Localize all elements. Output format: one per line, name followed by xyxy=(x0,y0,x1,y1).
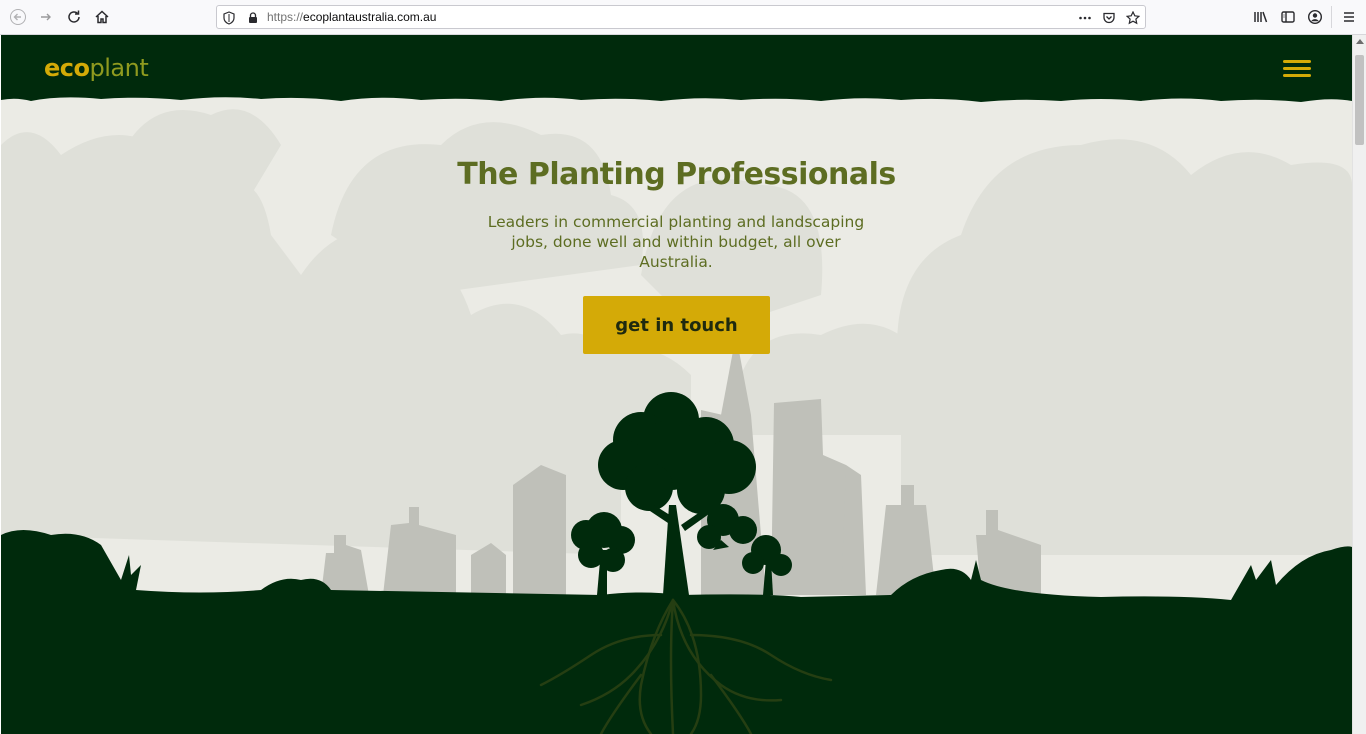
app-menu-button[interactable] xyxy=(1340,8,1358,26)
reload-button[interactable] xyxy=(62,6,86,28)
lock-icon xyxy=(249,12,257,23)
bookmark-star-icon xyxy=(1126,11,1140,25)
toolbar-divider xyxy=(1331,6,1332,28)
home-button[interactable] xyxy=(90,6,114,28)
hero-title: The Planting Professionals xyxy=(457,157,896,192)
hamburger-line xyxy=(1283,60,1311,63)
scroll-thumb[interactable] xyxy=(1355,55,1364,145)
library-icon xyxy=(1254,11,1268,23)
header-band xyxy=(1,35,1352,102)
browser-toolbar: https://ecoplantaustralia.com.au xyxy=(0,0,1366,35)
nav-menu-button[interactable] xyxy=(1283,60,1311,78)
shield-icon xyxy=(223,11,235,25)
bookmark-button[interactable] xyxy=(1125,10,1141,26)
back-icon xyxy=(10,9,26,25)
logo-eco: eco xyxy=(44,54,90,82)
reload-icon xyxy=(68,10,80,23)
hamburger-line xyxy=(1283,74,1311,77)
sidebar-button[interactable] xyxy=(1279,8,1297,26)
account-icon xyxy=(1307,9,1323,25)
hero-subtitle: Leaders in commercial planting and lands… xyxy=(487,213,865,271)
url-host: ecoplantaustralia.com.au xyxy=(303,10,437,24)
forward-icon xyxy=(41,13,51,21)
more-icon xyxy=(1079,16,1091,20)
home-icon xyxy=(95,10,109,24)
url-text[interactable]: https://ecoplantaustralia.com.au xyxy=(267,10,436,24)
page-viewport: ecoplant The Planting Professionals Lead… xyxy=(1,35,1352,734)
pocket-button[interactable] xyxy=(1101,10,1117,26)
hamburger-line xyxy=(1283,67,1311,70)
address-bar[interactable]: https://ecoplantaustralia.com.au xyxy=(216,5,1146,29)
logo-plant: plant xyxy=(89,54,149,82)
hero-illustration xyxy=(1,35,1352,734)
forward-button[interactable] xyxy=(34,6,58,28)
page-actions-button[interactable] xyxy=(1077,10,1093,26)
menu-icon xyxy=(1344,12,1354,22)
url-scheme: https:// xyxy=(267,10,304,24)
account-button[interactable] xyxy=(1306,8,1324,26)
library-button[interactable] xyxy=(1252,8,1270,26)
site-info-button[interactable] xyxy=(245,10,261,26)
scroll-up-arrow[interactable] xyxy=(1356,39,1364,44)
site-logo[interactable]: ecoplant xyxy=(44,54,149,82)
sidebar-icon xyxy=(1281,11,1295,23)
get-in-touch-button[interactable]: get in touch xyxy=(583,296,770,354)
page-scrollbar[interactable] xyxy=(1352,35,1366,734)
tracking-protection-button[interactable] xyxy=(221,10,237,26)
pocket-icon xyxy=(1103,12,1115,24)
back-button[interactable] xyxy=(6,6,30,28)
